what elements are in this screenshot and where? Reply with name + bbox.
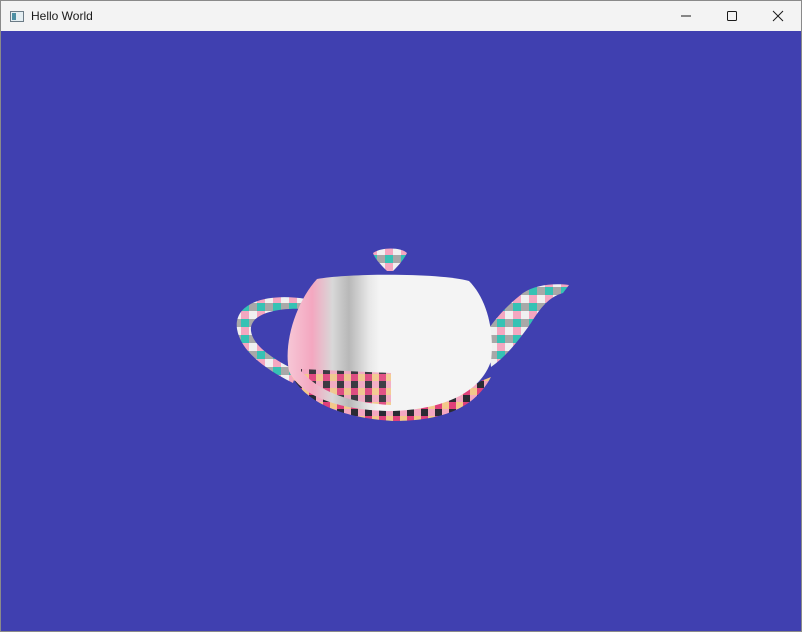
render-viewport[interactable] xyxy=(1,31,801,631)
maximize-button[interactable] xyxy=(709,1,755,31)
teapot-spout xyxy=(487,284,569,367)
app-window: Hello World xyxy=(0,0,802,632)
close-icon xyxy=(772,10,784,22)
maximize-icon xyxy=(727,11,737,21)
window-title: Hello World xyxy=(31,9,93,23)
title-bar[interactable]: Hello World xyxy=(1,1,801,31)
minimize-icon xyxy=(681,15,691,17)
teapot-render xyxy=(236,248,569,421)
close-button[interactable] xyxy=(755,1,801,31)
window-controls xyxy=(663,1,801,31)
minimize-button[interactable] xyxy=(663,1,709,31)
app-window-icon xyxy=(10,10,24,22)
teapot-knob xyxy=(373,248,407,271)
